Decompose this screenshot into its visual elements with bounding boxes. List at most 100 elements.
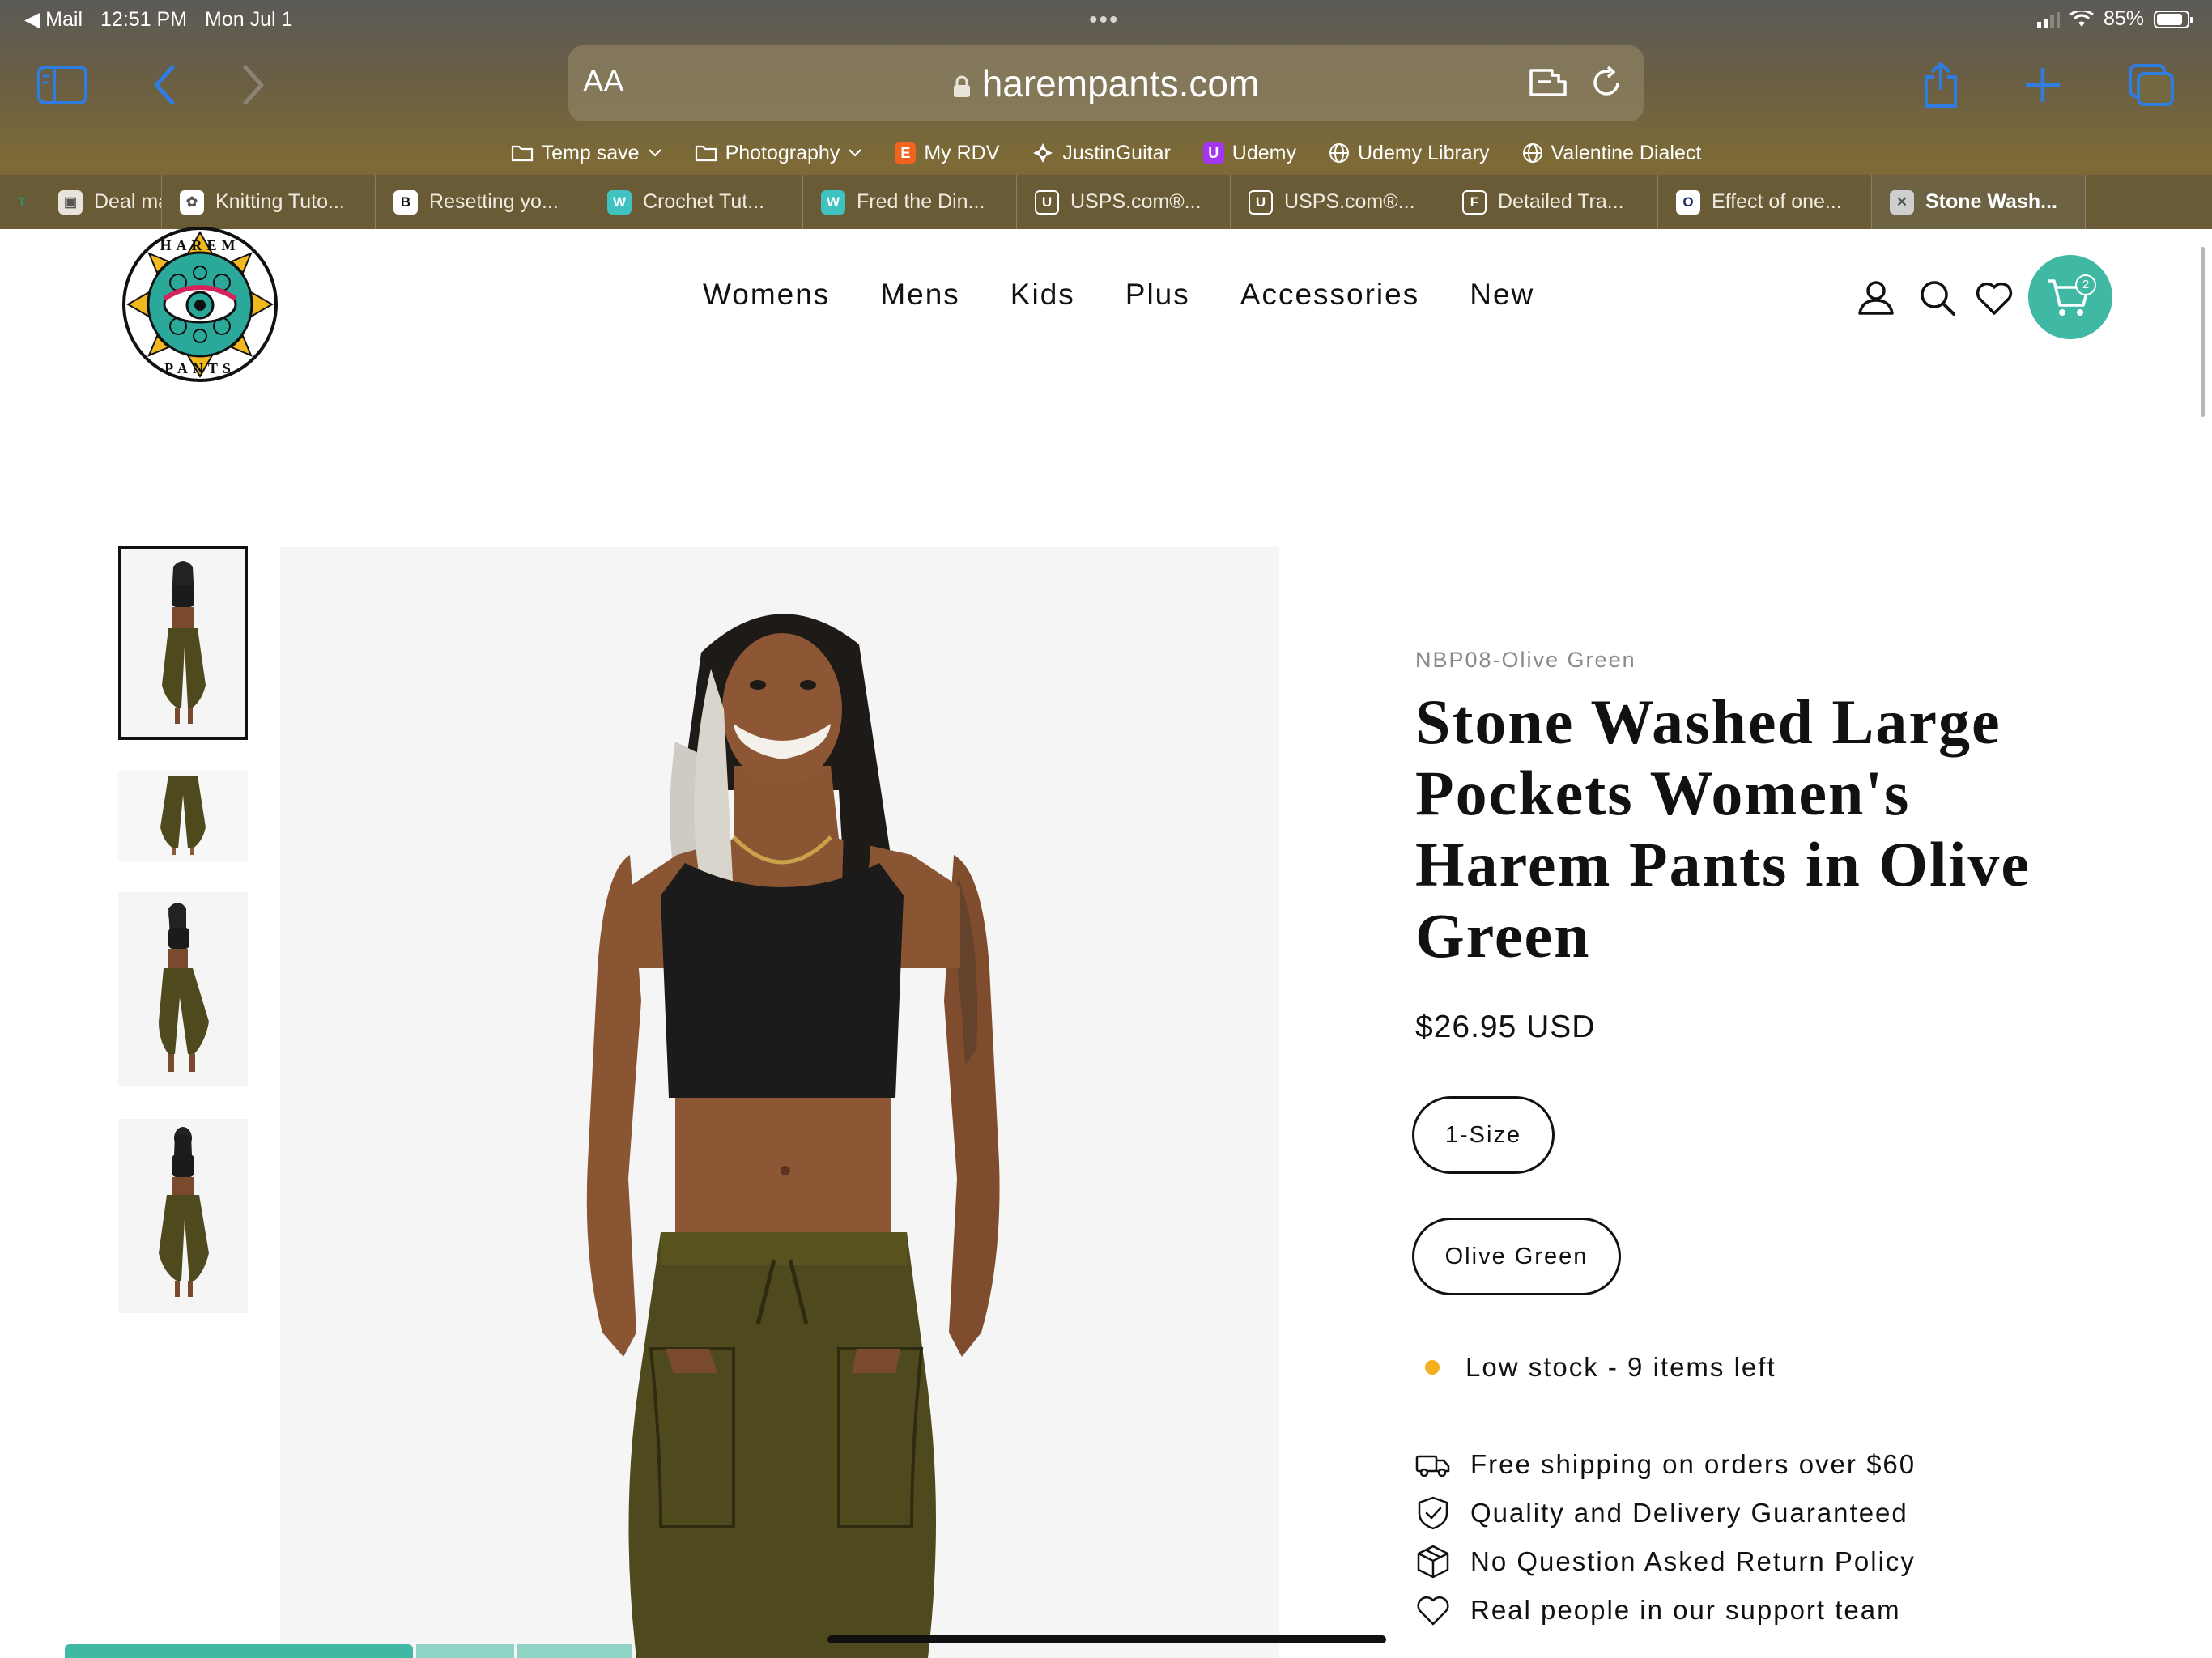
box-icon bbox=[1417, 1545, 1449, 1579]
favorites-bar: Temp save Photography E My RDV JustinGui… bbox=[0, 136, 2212, 170]
url-display[interactable]: harempants.com bbox=[568, 62, 1644, 105]
nav-item-plus[interactable]: Plus bbox=[1125, 278, 1190, 312]
browser-tab-label: Crochet Tut... bbox=[643, 190, 765, 213]
harem-pants-logo[interactable]: HAREM PANTS bbox=[121, 226, 279, 383]
favorite-temp-save[interactable]: Temp save bbox=[511, 142, 662, 165]
article-thumb-icon: ▣ bbox=[58, 189, 83, 215]
browser-tab[interactable]: U USPS.com®... bbox=[1231, 175, 1444, 229]
o-circle-icon: O bbox=[1676, 189, 1700, 215]
globe-icon bbox=[1522, 143, 1542, 163]
favorite-photography[interactable]: Photography bbox=[695, 142, 863, 165]
w-circle-icon: W bbox=[607, 189, 632, 215]
browser-tab[interactable]: ▣ Deal may b bbox=[40, 175, 162, 229]
product-thumbnail-front[interactable] bbox=[118, 546, 248, 740]
favorite-udemy-library[interactable]: Udemy Library bbox=[1329, 142, 1490, 165]
product-thumbnail-side[interactable] bbox=[118, 892, 248, 1086]
share-icon[interactable] bbox=[1912, 58, 1969, 112]
status-time: 12:51 PM bbox=[100, 7, 188, 31]
product-main-image[interactable] bbox=[280, 547, 1279, 1658]
browser-tab-label: Deal may b bbox=[94, 190, 161, 213]
size-option-label: 1-Size bbox=[1444, 1121, 1522, 1148]
search-icon[interactable] bbox=[1917, 278, 1958, 318]
browser-tab[interactable]: ✕ Stone Wash... bbox=[1872, 175, 2086, 229]
cart-button[interactable]: 2 bbox=[2028, 255, 2112, 339]
browser-tab[interactable]: ✿ Knitting Tuto... bbox=[162, 175, 376, 229]
new-tab-icon[interactable] bbox=[2014, 58, 2071, 112]
browser-tab[interactable]: T bbox=[0, 175, 40, 229]
stock-text: Low stock - 9 items left bbox=[1465, 1352, 1776, 1382]
reload-icon[interactable] bbox=[1584, 60, 1629, 105]
svg-text:HAREM: HAREM bbox=[160, 237, 240, 253]
udemy-icon: U bbox=[1202, 142, 1224, 164]
favorite-label: Temp save bbox=[541, 141, 640, 164]
favorite-my-rdv[interactable]: E My RDV bbox=[895, 142, 999, 165]
nav-item-womens[interactable]: Womens bbox=[703, 278, 830, 312]
justinguitar-icon bbox=[1033, 143, 1053, 163]
bottom-teal-segment bbox=[415, 1644, 514, 1658]
url-text: harempants.com bbox=[981, 62, 1260, 104]
nav-item-mens[interactable]: Mens bbox=[880, 278, 959, 312]
cellular-signal-icon bbox=[2036, 11, 2060, 28]
nav-item-new[interactable]: New bbox=[1470, 278, 1534, 312]
lock-icon bbox=[953, 63, 971, 97]
favorite-label: Photography bbox=[725, 141, 840, 164]
color-option-button[interactable]: Olive Green bbox=[1412, 1218, 1621, 1295]
browser-tab-label: USPS.com®... bbox=[1070, 190, 1202, 213]
feature-free-shipping: Free shipping on orders over $60 bbox=[1415, 1440, 1916, 1489]
wifi-icon bbox=[2069, 10, 2094, 27]
favorite-valentine-dialect[interactable]: Valentine Dialect bbox=[1522, 141, 1702, 165]
product-features: Free shipping on orders over $60 Quality… bbox=[1415, 1440, 1916, 1635]
browser-tab-label: Effect of one... bbox=[1712, 190, 1842, 213]
tab-overview-icon[interactable] bbox=[2123, 58, 2180, 112]
product-sku: NBP08-Olive Green bbox=[1415, 648, 1636, 672]
forward-icon[interactable] bbox=[225, 58, 282, 112]
extensions-icon[interactable] bbox=[1525, 60, 1571, 105]
status-bar: ◀ Mail 12:51 PM Mon Jul 1 ••• 85% bbox=[0, 0, 2212, 37]
battery-percent: 85% bbox=[2103, 7, 2144, 30]
back-to-app-link[interactable]: ◀ Mail bbox=[24, 7, 83, 32]
browser-chrome: ◀ Mail 12:51 PM Mon Jul 1 ••• 85% AA har… bbox=[0, 0, 2212, 229]
browser-tab[interactable]: B Resetting yo... bbox=[376, 175, 589, 229]
browser-tab-label: Stone Wash... bbox=[1925, 190, 2057, 213]
favorite-label: Valentine Dialect bbox=[1551, 141, 1702, 164]
account-icon[interactable] bbox=[1856, 278, 1896, 318]
etsy-icon: E bbox=[895, 142, 917, 164]
w-circle-icon: W bbox=[821, 189, 845, 215]
feature-support-team: Real people in our support team bbox=[1415, 1586, 1916, 1635]
browser-tab[interactable]: W Crochet Tut... bbox=[589, 175, 803, 229]
nyt-icon: T bbox=[17, 193, 27, 210]
globe-icon bbox=[1329, 143, 1349, 163]
product-thumbnail-pants[interactable] bbox=[118, 771, 248, 861]
browser-tab[interactable]: O Effect of one... bbox=[1658, 175, 1872, 229]
favorite-udemy[interactable]: U Udemy bbox=[1202, 141, 1296, 165]
truck-icon bbox=[1415, 1455, 1450, 1477]
favorite-label: My RDV bbox=[924, 141, 1000, 164]
battery-icon bbox=[2154, 10, 2193, 28]
browser-tab[interactable]: F Detailed Tra... bbox=[1444, 175, 1658, 229]
feature-text: No Question Asked Return Policy bbox=[1470, 1546, 1916, 1576]
wishlist-heart-icon[interactable] bbox=[1974, 278, 2014, 318]
site-header: HAREM PANTS Womens Mens Kids Plus Accessorie… bbox=[0, 227, 2212, 382]
home-indicator[interactable] bbox=[827, 1635, 1386, 1643]
bottom-teal-bar bbox=[65, 1644, 632, 1658]
nav-item-accessories[interactable]: Accessories bbox=[1240, 278, 1419, 312]
product-thumbnail-back[interactable] bbox=[118, 1119, 248, 1313]
shield-check-icon bbox=[1418, 1496, 1448, 1530]
browser-tab[interactable]: U USPS.com®... bbox=[1017, 175, 1231, 229]
sidebar-toggle-icon[interactable] bbox=[34, 58, 91, 112]
favorite-label: Udemy bbox=[1231, 141, 1296, 164]
favorite-justinguitar[interactable]: JustinGuitar bbox=[1032, 142, 1171, 165]
browser-tab[interactable]: W Fred the Din... bbox=[803, 175, 1017, 229]
product-price: $26.95 USD bbox=[1415, 1010, 1596, 1044]
page-scrollbar[interactable] bbox=[2201, 247, 2205, 417]
f-letter-icon: F bbox=[1462, 189, 1487, 215]
multitasking-dots-icon[interactable]: ••• bbox=[1089, 6, 1120, 34]
tab-strip: T ▣ Deal may b ✿ Knitting Tuto... B Resetting … bbox=[0, 175, 2212, 229]
address-bar[interactable]: AA harempants.com bbox=[568, 45, 1644, 121]
size-option-button[interactable]: 1-Size bbox=[1412, 1096, 1555, 1174]
back-icon[interactable] bbox=[136, 58, 193, 112]
browser-tab-label: USPS.com®... bbox=[1284, 190, 1415, 213]
nav-item-kids[interactable]: Kids bbox=[1010, 278, 1075, 312]
color-option-label: Olive Green bbox=[1444, 1243, 1589, 1269]
heart-icon bbox=[1417, 1596, 1449, 1626]
